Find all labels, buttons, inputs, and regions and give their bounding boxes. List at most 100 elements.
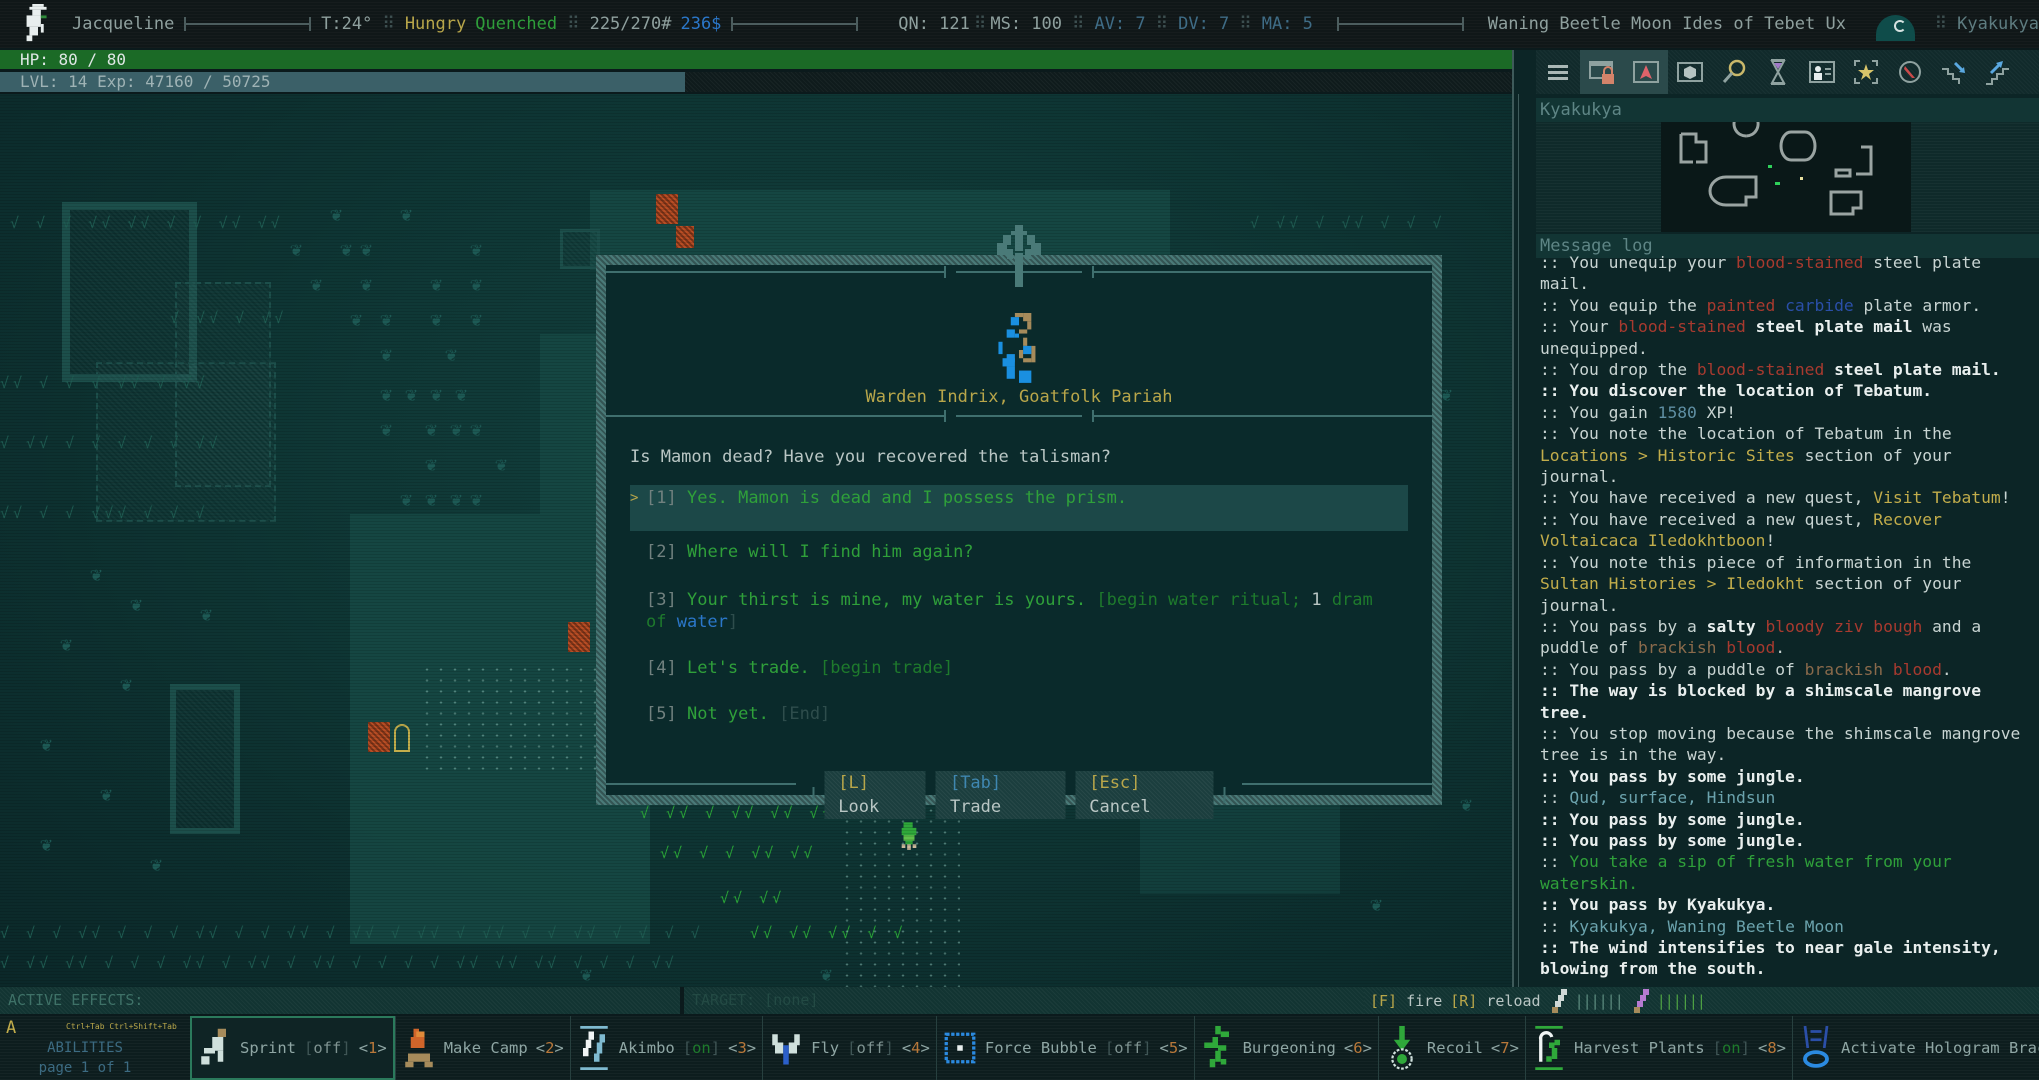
player-character-icon[interactable] xyxy=(898,822,920,852)
shrub-icon: ❦ xyxy=(400,487,413,511)
dialog-choice-1[interactable]: > [1] Yes. Mamon is dead and I possess t… xyxy=(630,485,1408,531)
abilities-title: ABILITIES xyxy=(47,1040,123,1056)
ability-make-camp[interactable]: Make Camp <2> xyxy=(394,1016,570,1080)
shrub-icon: ❦ xyxy=(450,417,463,441)
shrub-icon: ❦ xyxy=(425,452,438,476)
trade-button[interactable]: [Tab] Trade xyxy=(935,771,1066,819)
auto-explore-button[interactable] xyxy=(1624,50,1668,94)
fire-button[interactable]: [F] fire xyxy=(1370,992,1442,1010)
grass: √√ √√ xyxy=(720,889,786,907)
ability-harvest-plants[interactable]: Harvest Plants [on] <8> xyxy=(1524,1016,1792,1080)
selection-caret-icon: > xyxy=(630,490,639,506)
recoil-icon xyxy=(1391,1026,1413,1070)
travel-button[interactable] xyxy=(1888,50,1932,94)
shrub-icon: ❦ xyxy=(310,272,323,296)
wait-button[interactable] xyxy=(1756,50,1800,94)
lock-window-icon xyxy=(1589,61,1614,84)
look-tool-button[interactable] xyxy=(1712,50,1756,94)
character-button[interactable] xyxy=(1800,50,1844,94)
inventory-cube-icon xyxy=(1677,62,1703,82)
ability-recoil[interactable]: Recoil <7> xyxy=(1377,1016,1525,1080)
quests-button[interactable] xyxy=(1844,50,1888,94)
xp-label: LVL: 14 Exp: 47160 / 50725 xyxy=(20,72,271,91)
dialog-choice-4[interactable]: [4] Let's trade. [begin trade] xyxy=(630,651,1408,699)
reload-button[interactable]: [R] reload xyxy=(1450,992,1540,1010)
dodge-value-stat: DV: 7 xyxy=(1178,14,1230,34)
choice-tag: [begin trade] xyxy=(820,658,954,678)
log-entry: :: You gain 1580 XP! xyxy=(1540,402,1737,422)
shrub-icon: ❦ xyxy=(340,237,353,261)
look-button[interactable]: [L] Look xyxy=(824,771,926,819)
choice-tag: ] xyxy=(727,612,739,632)
dialog-crest-icon xyxy=(997,225,1041,287)
ability-name: Activate Hologram Bracelet xyxy=(1841,1039,2039,1057)
inventory-button[interactable] xyxy=(1668,50,1712,94)
ability-fly[interactable]: Fly [off] <4> xyxy=(762,1016,936,1080)
separator: ⠿ xyxy=(1934,14,1948,34)
door[interactable] xyxy=(676,226,694,248)
minimap[interactable] xyxy=(1536,122,2039,232)
log-entry: :: Kyakukya, Waning Beetle Moon xyxy=(1540,916,1844,936)
shrub-icon: ❦ xyxy=(150,852,163,876)
cancel-button[interactable]: [Esc] Cancel xyxy=(1075,771,1214,819)
shrub-icon: ❦ xyxy=(450,487,463,511)
money: 236$ xyxy=(680,14,722,34)
ability-sprint[interactable]: Sprint [off] <1> xyxy=(190,1016,395,1080)
choice-text: Where will I find him again? xyxy=(686,542,974,562)
hp-label: HP: 80 / 80 xyxy=(20,50,126,69)
ability-force-bubble[interactable]: Force Bubble [off] <5> xyxy=(935,1016,1194,1080)
ability-burgeoning[interactable]: Burgeoning <6> xyxy=(1193,1016,1378,1080)
shrub-icon: ❦ xyxy=(380,382,393,406)
navigation-arrow-icon xyxy=(1633,61,1659,83)
door[interactable] xyxy=(368,722,390,752)
log-entry: :: You take a sip of fresh water from yo… xyxy=(1540,852,1952,893)
pillar xyxy=(560,229,600,269)
trade-key: [Tab] xyxy=(949,773,1002,793)
move-speed-stat: MS: 100 xyxy=(990,14,1062,34)
abilities-hotkey: A xyxy=(6,1018,17,1038)
shrub-icon: ❦ xyxy=(430,307,443,331)
reload-key: [R] xyxy=(1450,991,1478,1010)
footer-bar xyxy=(812,787,815,803)
lock-window-button[interactable] xyxy=(1580,50,1624,94)
grass: √ √ √ √√ √√ √ √ √√ √√ xyxy=(10,214,284,232)
stairs-up-icon xyxy=(1986,61,2009,85)
shrub-icon: ❦ xyxy=(495,452,508,476)
ability-toggle: [off] xyxy=(847,1039,894,1057)
shrub-icon: ❦ xyxy=(350,307,363,331)
message-log[interactable]: :: You unequip your blood-stained steel … xyxy=(1536,252,2031,987)
grass: √ √ √ √√ √ √ √ √√ √ √ √√ √ √√ √ √√ √ √√ … xyxy=(0,924,704,942)
divider xyxy=(184,17,312,31)
side-panel: Kyakukya Message log :: You unequip your… xyxy=(1512,50,2039,987)
vine-icon xyxy=(1203,1026,1229,1068)
ability-name: Harvest Plants xyxy=(1573,1039,1705,1057)
sprint-icon xyxy=(201,1028,226,1065)
abilities-page[interactable]: page 1 of 1 xyxy=(0,1060,170,1076)
door[interactable] xyxy=(656,194,678,224)
ability-hotkey: <6> xyxy=(1343,1039,1372,1057)
ascend-button[interactable] xyxy=(1976,50,2020,94)
minimap-zone-label: Kyakukya xyxy=(1536,98,2039,122)
separator: ⠿ xyxy=(1155,14,1169,34)
npc-portrait-icon xyxy=(998,313,1036,383)
ability-activate-hologram-bracelet[interactable]: Activate Hologram Bracelet <9> xyxy=(1792,1016,2039,1080)
star-target-icon xyxy=(1854,60,1878,84)
dialog-choice-5[interactable]: [5] Not yet. [End] xyxy=(630,699,1408,739)
shrub-icon: ❦ xyxy=(360,237,373,261)
divider xyxy=(1336,17,1464,31)
ability-akimbo[interactable]: Akimbo [on] <3> xyxy=(569,1016,762,1080)
wings-icon xyxy=(772,1034,800,1065)
ability-toggle: [off] xyxy=(304,1039,351,1057)
menu-icon xyxy=(1548,65,1568,80)
shrub-icon: ❦ xyxy=(470,307,483,331)
abilities-page-hotkeys: Ctrl+Tab Ctrl+Shift+Tab xyxy=(66,1022,177,1031)
menu-button[interactable] xyxy=(1536,50,1580,94)
log-entry: :: You pass by some jungle. xyxy=(1540,809,1805,829)
target-label: TARGET: [none] xyxy=(692,991,819,1009)
dialog-choice-2[interactable]: [2] Where will I find him again? xyxy=(630,533,1408,581)
door[interactable] xyxy=(568,622,590,652)
descend-button[interactable] xyxy=(1932,50,1976,94)
dialog-choice-3[interactable]: [3] Your thirst is mine, my water is you… xyxy=(630,581,1408,651)
player-avatar-icon[interactable] xyxy=(20,4,56,44)
choice-tag: [End] xyxy=(779,704,831,724)
